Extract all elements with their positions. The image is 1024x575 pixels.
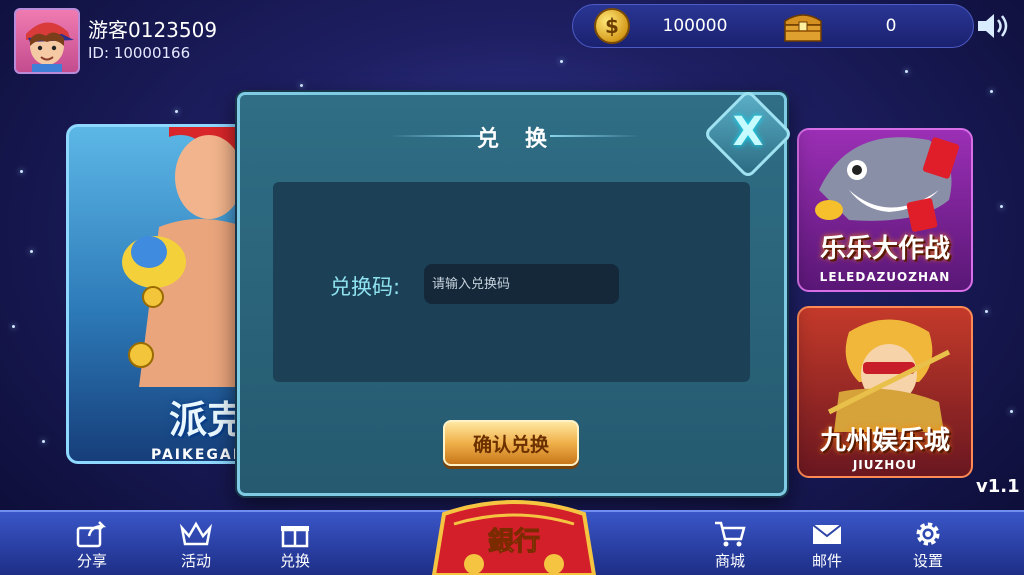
nav-activity-label: 活动 xyxy=(180,552,211,570)
bank-label: 銀行 xyxy=(488,526,540,557)
nav-shop[interactable]: 商城 xyxy=(700,520,760,572)
version-label: v1.1 xyxy=(976,476,1020,497)
dialog-title: 兑换 xyxy=(476,127,573,152)
nav-share[interactable]: 分享 xyxy=(62,520,122,572)
gift-icon xyxy=(281,526,309,548)
nav-activity[interactable]: 活动 xyxy=(166,520,226,572)
confirm-exchange-button[interactable]: 确认兑换 xyxy=(443,420,579,466)
game-subtitle: LELEDAZUOZHAN xyxy=(819,270,951,284)
game-card-leledazuozhan[interactable]: 乐乐大作战 LELEDAZUOZHAN xyxy=(797,128,973,292)
game-card-paike[interactable]: 派克 PAIKEGAI xyxy=(66,124,256,464)
username: 游客0123509 xyxy=(88,18,218,42)
cart-icon xyxy=(715,521,746,547)
gear-icon xyxy=(916,522,940,546)
nav-settings-label: 设置 xyxy=(912,552,943,570)
bank-balance: 0 xyxy=(885,16,897,36)
bank-button[interactable]: 銀行 xyxy=(414,494,614,575)
avatar-portrait-icon xyxy=(26,22,74,72)
game-title: 九州娱乐城 xyxy=(819,426,950,456)
coin-balance: 100000 xyxy=(662,16,728,36)
game-title: 派克 xyxy=(169,398,246,442)
game-title: 乐乐大作战 xyxy=(819,234,950,264)
treasure-chest-icon[interactable] xyxy=(782,9,824,43)
nav-mail[interactable]: 邮件 xyxy=(797,520,857,572)
coin-icon: $ xyxy=(594,8,630,44)
speaker-icon[interactable] xyxy=(976,12,1012,40)
nav-exchange[interactable]: 兑换 xyxy=(265,520,325,572)
nav-mail-label: 邮件 xyxy=(811,552,842,570)
shark-character-icon xyxy=(815,137,960,232)
game-subtitle: JIUZHOU xyxy=(852,458,918,472)
user-id: ID: 10000166 xyxy=(88,44,191,62)
nav-exchange-label: 兑换 xyxy=(279,552,310,570)
exchange-code-input[interactable] xyxy=(424,264,619,304)
share-icon xyxy=(76,521,107,548)
game-card-jiuzhou[interactable]: 九州娱乐城 JIUZHOU xyxy=(797,306,973,478)
nav-shop-label: 商城 xyxy=(714,552,745,570)
exchange-code-label: 兑换码: xyxy=(330,275,401,299)
crown-icon xyxy=(179,521,213,546)
envelope-icon xyxy=(812,524,842,544)
avatar[interactable] xyxy=(14,8,80,74)
monkey-king-character-icon xyxy=(827,319,951,432)
mermaid-character-icon xyxy=(122,127,253,387)
nav-settings[interactable]: 设置 xyxy=(898,520,958,572)
close-icon[interactable]: X xyxy=(716,102,780,166)
game-subtitle: PAIKEGAI xyxy=(151,447,240,463)
nav-share-label: 分享 xyxy=(76,552,107,570)
